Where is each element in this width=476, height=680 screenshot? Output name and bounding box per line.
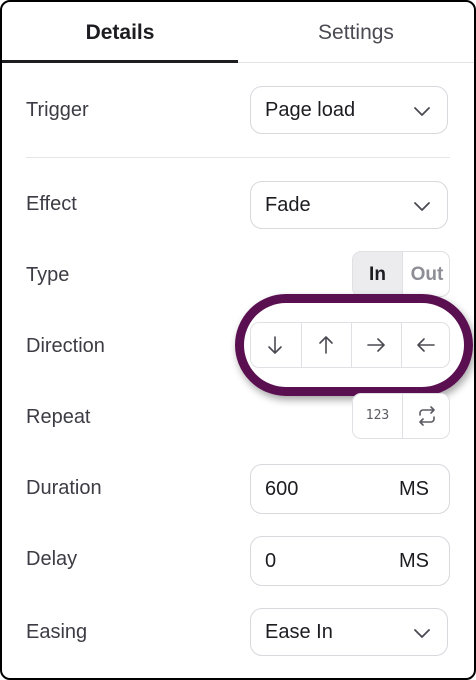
- trigger-label: Trigger: [26, 99, 89, 121]
- delay-input[interactable]: [265, 537, 375, 585]
- effect-select[interactable]: Fade: [250, 181, 448, 229]
- repeat-count-symbol: 123: [365, 408, 390, 423]
- repeat-loop-button[interactable]: [402, 394, 449, 438]
- type-toggle: In Out: [352, 251, 450, 297]
- arrow-right-icon: [367, 338, 385, 352]
- easing-value: Ease In: [265, 621, 333, 643]
- type-out-button[interactable]: Out: [402, 252, 449, 296]
- direction-up-button[interactable]: [301, 323, 351, 367]
- chevron-down-icon: [414, 629, 430, 638]
- repeat-label: Repeat: [26, 406, 91, 428]
- duration-input[interactable]: [265, 465, 375, 513]
- trigger-select[interactable]: Page load: [250, 86, 448, 134]
- easing-select[interactable]: Ease In: [250, 608, 448, 656]
- duration-label: Duration: [26, 477, 102, 499]
- repeat-count-button[interactable]: 123: [353, 394, 402, 438]
- type-label: Type: [26, 264, 70, 286]
- type-in-button[interactable]: In: [353, 252, 402, 296]
- easing-label: Easing: [26, 621, 88, 643]
- effect-label: Effect: [26, 193, 77, 215]
- duration-field: MS: [250, 464, 450, 514]
- tab-details[interactable]: Details: [2, 2, 238, 62]
- effect-value: Fade: [265, 194, 311, 216]
- tab-bar: Details Settings: [2, 2, 474, 63]
- chevron-down-icon: [414, 202, 430, 211]
- direction-left-button[interactable]: [401, 323, 449, 367]
- repeat-icon: [419, 406, 435, 426]
- arrow-left-icon: [417, 338, 435, 352]
- arrow-up-icon: [319, 336, 333, 354]
- delay-field: MS: [250, 536, 450, 586]
- direction-right-button[interactable]: [351, 323, 401, 367]
- trigger-value: Page load: [265, 99, 356, 121]
- active-tab-indicator: [2, 60, 238, 63]
- tab-settings[interactable]: Settings: [238, 2, 474, 62]
- direction-label: Direction: [26, 335, 105, 357]
- repeat-toggle: 123: [352, 393, 450, 439]
- direction-toggle: [250, 322, 450, 368]
- section-divider: [26, 157, 450, 158]
- delay-unit: MS: [399, 550, 429, 572]
- duration-unit: MS: [399, 478, 429, 500]
- arrow-down-icon: [268, 336, 282, 354]
- delay-label: Delay: [26, 548, 78, 570]
- direction-down-button[interactable]: [251, 323, 301, 367]
- chevron-down-icon: [414, 107, 430, 116]
- animation-panel: Details Settings Trigger Page load Effec…: [0, 0, 476, 680]
